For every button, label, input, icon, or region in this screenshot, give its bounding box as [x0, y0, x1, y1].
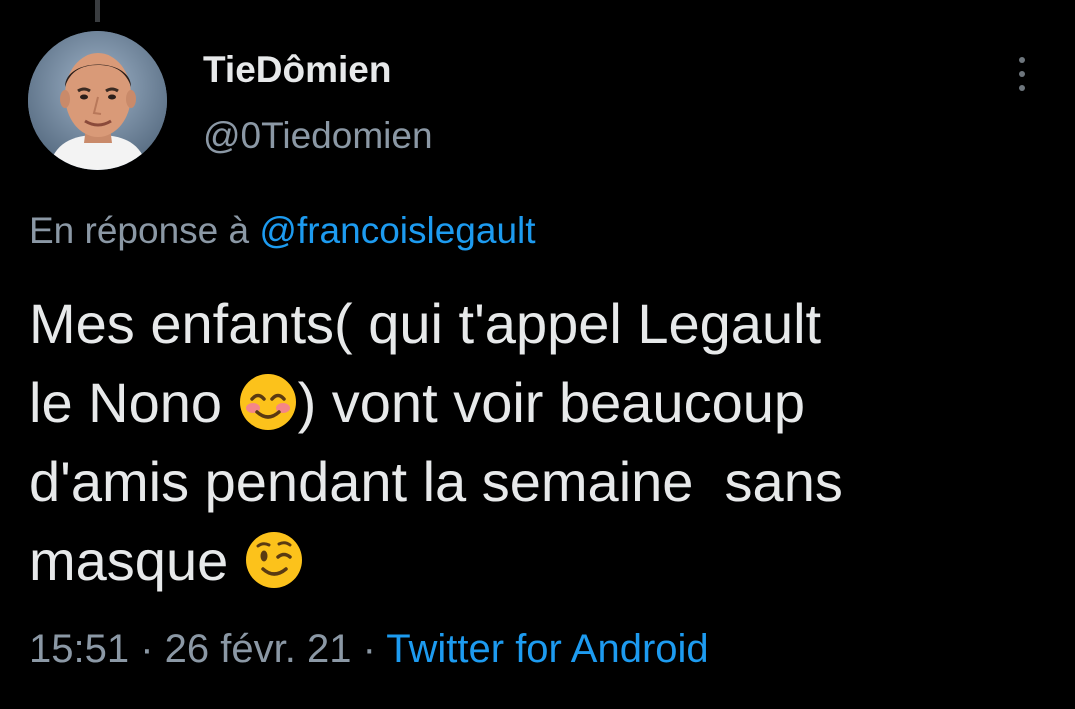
smiling-face-with-smiling-eyes-icon [238, 372, 298, 432]
tweet-text-segment: masque [29, 529, 244, 592]
tweet-text-line: d'amis pendant la semaine sans [29, 450, 843, 513]
tweet-text-line: masque [29, 521, 1059, 600]
tweet-text-segment: ) vont voir beaucoup [297, 371, 805, 434]
tweet-text-line: le Nono ) vont voir beaucoup [29, 363, 1059, 442]
tweet-source-link[interactable]: Twitter for Android [386, 627, 708, 671]
meta-separator: · [351, 627, 387, 671]
author-block[interactable]: TieDômien @0Tiedomien [203, 48, 433, 158]
reply-thread-line [95, 0, 100, 22]
more-options-button[interactable] [1008, 54, 1036, 94]
reply-mention-link[interactable]: @francoislegault [259, 210, 535, 251]
tweet-text-segment: le Nono [29, 371, 238, 434]
tweet-meta: 15:51 · 26 févr. 21 · Twitter for Androi… [29, 624, 709, 674]
author-handle[interactable]: @0Tiedomien [203, 114, 433, 158]
reply-prefix: En réponse à [29, 210, 260, 251]
avatar[interactable] [28, 31, 167, 170]
tweet-text: Mes enfants( qui t'appel Legault le Nono… [29, 284, 1059, 600]
reply-context: En réponse à @francoislegault [29, 208, 536, 254]
tweet-date: 26 févr. 21 [164, 627, 352, 671]
tweet-time: 15:51 [29, 627, 130, 671]
meta-separator: · [129, 627, 165, 671]
avatar-photo [28, 31, 167, 170]
author-display-name[interactable]: TieDômien [203, 48, 433, 92]
winking-face-icon [244, 530, 304, 590]
tweet-text-line: Mes enfants( qui t'appel Legault [29, 292, 822, 355]
